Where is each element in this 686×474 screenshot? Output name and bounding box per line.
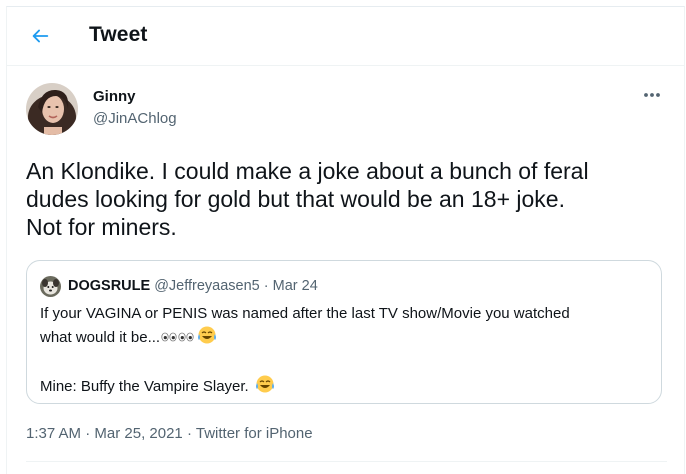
tweet-page: Tweet Ginny @JinAChlog An Klondike. I co… <box>6 6 685 474</box>
more-options-button[interactable] <box>641 87 663 103</box>
quoted-line-3-row: Mine: Buffy the Vampire Slayer. <box>40 374 650 401</box>
back-button[interactable] <box>25 21 55 51</box>
quoted-tweet-card[interactable]: DOGSRULE @Jeffreyaasen5 · Mar 24 If your… <box>26 260 662 404</box>
quoted-avatar <box>40 276 61 297</box>
quoted-line-2: what would it be... <box>40 329 161 346</box>
tweet-source[interactable]: Twitter for iPhone <box>196 425 313 442</box>
tweet-date[interactable]: Mar 25, 2021 <box>94 425 182 442</box>
author-display-name[interactable]: Ginny <box>93 88 136 105</box>
tears-of-joy-emoji-icon <box>197 325 217 352</box>
author-handle[interactable]: @JinAChlog <box>93 110 177 127</box>
tears-of-joy-emoji-icon <box>255 374 275 401</box>
tweet-text: An Klondike. I could make a joke about a… <box>26 158 589 240</box>
quoted-line-3: Mine: Buffy the Vampire Slayer. <box>40 378 249 395</box>
divider <box>26 461 667 462</box>
tweet-time[interactable]: 1:37 AM <box>26 425 81 442</box>
avatar[interactable] <box>26 83 78 135</box>
profile-photo-icon <box>26 83 78 135</box>
page-title: Tweet <box>89 23 148 46</box>
quoted-tweet-text: If your VAGINA or PENIS was named after … <box>40 303 650 401</box>
quoted-author-name: DOGSRULE <box>68 278 151 294</box>
tweet-timestamp-row: 1:37 AM · Mar 25, 2021 · Twitter for iPh… <box>26 425 313 442</box>
arrow-left-icon <box>32 29 49 43</box>
quoted-line-2-row: what would it be... <box>40 325 650 352</box>
quoted-date: Mar 24 <box>272 278 318 294</box>
quoted-author-handle: @Jeffreyaasen5 <box>154 278 260 294</box>
meta-separator: · <box>186 425 192 442</box>
quoted-line-1: If your VAGINA or PENIS was named after … <box>40 305 570 322</box>
page-header: Tweet <box>7 7 684 66</box>
meta-separator: · <box>85 425 91 442</box>
more-horizontal-icon <box>644 93 660 97</box>
dog-photo-icon <box>40 276 61 297</box>
quoted-tweet-meta: DOGSRULE @Jeffreyaasen5 · Mar 24 <box>68 278 318 294</box>
eyes-emoji-icon <box>161 327 195 349</box>
meta-separator: · <box>263 278 269 294</box>
